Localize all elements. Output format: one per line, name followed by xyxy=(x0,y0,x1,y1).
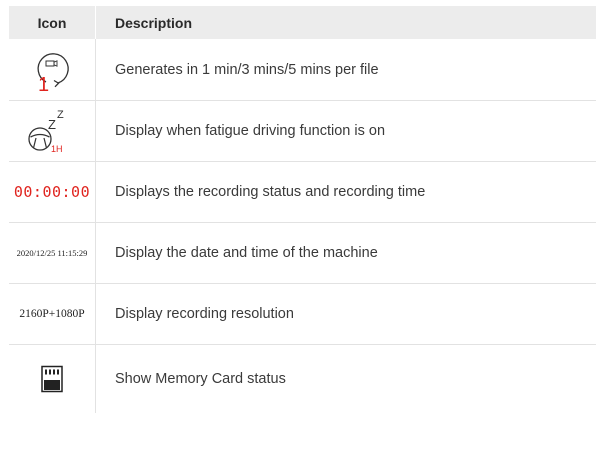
memory-card-icon xyxy=(41,365,63,393)
loop-recording-icon: 1 xyxy=(37,52,69,93)
resolution-text: 2160P+1080P xyxy=(19,308,85,320)
icon-cell: 2160P+1080P xyxy=(9,284,96,344)
fatigue-driving-icon: Z Z 1H xyxy=(28,109,64,154)
loop-recording-number: 1 xyxy=(38,74,49,93)
table-row: 2160P+1080P Display recording resolution xyxy=(9,284,596,345)
icon-cell: 1 xyxy=(9,39,96,100)
row-description: Displays the recording status and record… xyxy=(115,184,426,200)
icon-cell: Z Z 1H xyxy=(9,101,96,161)
icon-cell: 2020/12/25 11:15:29 xyxy=(9,223,96,283)
table-row: 2020/12/25 11:15:29 Display the date and… xyxy=(9,223,596,284)
row-description: Generates in 1 min/3 mins/5 mins per fil… xyxy=(115,61,379,78)
fatigue-hour-label: 1H xyxy=(51,144,63,154)
table-row: Show Memory Card status xyxy=(9,345,596,413)
row-description: Display when fatigue driving function is… xyxy=(115,123,386,139)
row-description: Display recording resolution xyxy=(115,306,294,322)
header-icon-column: Icon xyxy=(9,6,96,39)
table-row: 00:00:00 Displays the recording status a… xyxy=(9,162,596,223)
icon-cell: 00:00:00 xyxy=(9,162,96,222)
table-header-row: Icon Description xyxy=(9,6,596,39)
icon-cell xyxy=(9,345,96,413)
sleep-z-small: Z xyxy=(57,109,64,121)
table-row: Z Z 1H Display when fatigue driving func… xyxy=(9,101,596,162)
row-description: Display the date and time of the machine xyxy=(115,245,378,261)
icon-description-table: Icon Description 1 Generates in 1 min/3 … xyxy=(9,6,596,413)
date-time-text: 2020/12/25 11:15:29 xyxy=(16,248,88,258)
header-description-column: Description xyxy=(115,14,193,31)
sleep-z-large: Z xyxy=(48,117,56,132)
recording-time-text: 00:00:00 xyxy=(13,183,91,201)
row-description: Show Memory Card status xyxy=(115,371,286,387)
table-row: 1 Generates in 1 min/3 mins/5 mins per f… xyxy=(9,39,596,101)
